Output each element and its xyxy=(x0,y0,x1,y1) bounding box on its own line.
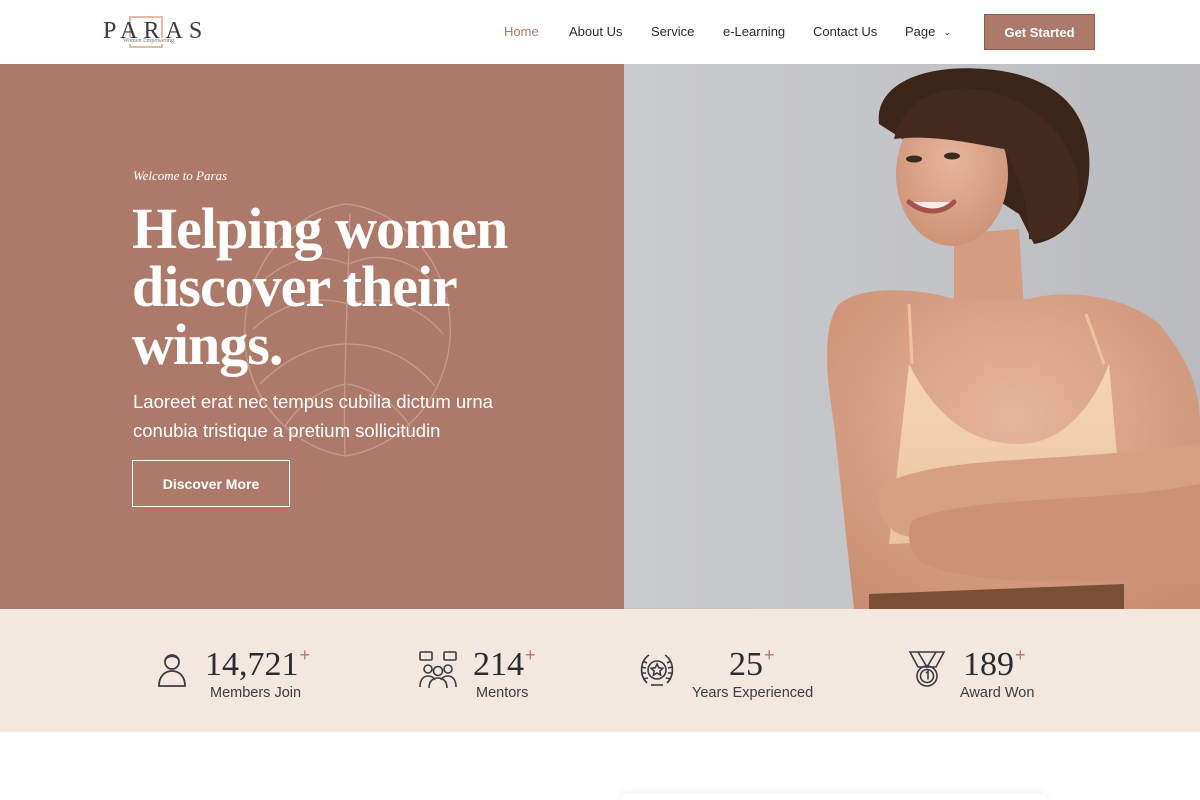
hero-panel: Welcome to Paras Helping women discover … xyxy=(0,64,624,609)
nav-home[interactable]: Home xyxy=(504,24,539,39)
stat-awards-value: 189+ xyxy=(963,645,1026,684)
user-icon xyxy=(158,654,186,687)
logo-tagline: Women Empowering xyxy=(122,38,176,44)
stat-members-value: 14,721+ xyxy=(205,645,310,684)
stat-members-suffix: + xyxy=(299,645,311,665)
brand-logo[interactable]: PARAS Women Empowering xyxy=(103,16,202,48)
team-icon xyxy=(419,651,457,689)
stat-members-number: 14,721 xyxy=(205,646,299,683)
hero-photo xyxy=(624,64,1200,609)
stat-years-label: Years Experienced xyxy=(692,685,814,701)
hero-eyebrow: Welcome to Paras xyxy=(133,168,228,183)
laurel-star-icon xyxy=(640,654,674,686)
content-card-edge xyxy=(622,794,1047,800)
stat-awards-number: 189 xyxy=(963,646,1014,683)
hero-subtext: Laoreet erat nec tempus cubilia dictum u… xyxy=(133,391,493,441)
stat-years-number: 25 xyxy=(729,646,763,683)
stat-mentors-suffix: + xyxy=(525,645,536,665)
stat-mentors-label: Mentors xyxy=(476,685,529,701)
woman-portrait-illustration xyxy=(827,68,1200,609)
stat-mentors-number: 214 xyxy=(473,646,524,683)
stat-years-value: 25+ xyxy=(729,645,775,684)
nav-contact-us[interactable]: Contact Us xyxy=(813,24,877,39)
stat-awards-label: Award Won xyxy=(960,685,1035,701)
stat-mentors-value: 214+ xyxy=(473,645,536,684)
chevron-down-icon: ⌄ xyxy=(943,27,951,37)
stats-bar: 14,721+ Members Join 214+ Mentors 25+ Ye… xyxy=(0,609,1200,732)
nav-about-us[interactable]: About Us xyxy=(569,24,622,39)
nav-page-label: Page xyxy=(905,24,936,39)
hero-headline: Helping women discover their wings. xyxy=(132,196,508,377)
medal-icon xyxy=(908,651,946,687)
get-started-button[interactable]: Get Started xyxy=(984,14,1095,50)
site-header: PARAS Women Empowering Home About Us Ser… xyxy=(0,0,1200,64)
discover-more-button[interactable]: Discover More xyxy=(132,460,290,507)
stat-awards-suffix: + xyxy=(1015,645,1026,665)
nav-service[interactable]: Service xyxy=(651,24,694,39)
nav-page[interactable]: Page ⌄ xyxy=(905,24,951,39)
stat-members-label: Members Join xyxy=(210,685,302,701)
stat-years-suffix: + xyxy=(764,645,775,665)
nav-e-learning[interactable]: e-Learning xyxy=(723,24,785,39)
